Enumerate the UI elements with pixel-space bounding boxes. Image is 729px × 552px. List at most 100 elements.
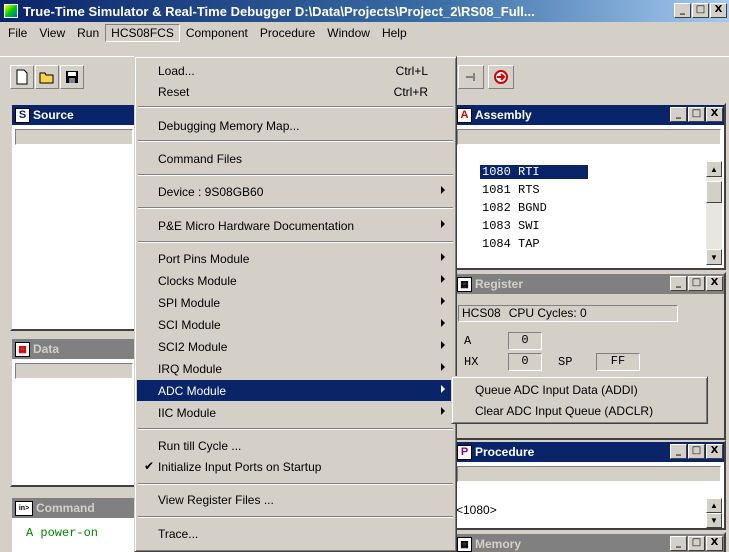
- scroll-up-button[interactable]: ▲: [706, 498, 722, 513]
- halt-button[interactable]: [458, 65, 484, 89]
- reg-sp-value[interactable]: FF: [596, 353, 640, 371]
- checkmark-icon: ✔: [144, 459, 155, 473]
- assembly-scrollbar[interactable]: ▲ ▼: [706, 161, 722, 265]
- init-ports-label: Initialize Input Ports on Startup: [158, 459, 322, 474]
- menu-item-trace[interactable]: Trace...: [137, 523, 454, 544]
- menu-help[interactable]: Help: [376, 24, 413, 42]
- menu-separator: [138, 428, 453, 430]
- assembly-line[interactable]: 1083 SWI: [482, 219, 540, 233]
- menu-separator: [138, 140, 453, 142]
- menu-hcs08fcs[interactable]: HCS08FCS: [105, 24, 180, 42]
- new-file-button[interactable]: [10, 65, 34, 89]
- menu-run[interactable]: Run: [71, 24, 105, 42]
- procedure-field: [457, 466, 721, 482]
- load-shortcut: Ctrl+L: [395, 64, 428, 78]
- menu-item-reset[interactable]: Reset Ctrl+R: [137, 81, 454, 102]
- assembly-window[interactable]: A Assembly _ □ X 1080 RTI 1081 RTS 1082 …: [452, 103, 726, 270]
- cpu-name: HCS08: [462, 306, 501, 320]
- assembly-maximize-button[interactable]: □: [688, 107, 705, 122]
- procedure-entry[interactable]: <1080>: [456, 503, 497, 517]
- port-pins-label: Port Pins Module: [158, 251, 250, 266]
- menu-item-irq[interactable]: IRQ Module: [137, 358, 454, 379]
- menu-item-adc[interactable]: ADC Module: [137, 380, 454, 401]
- irq-label: IRQ Module: [158, 361, 223, 376]
- command-window[interactable]: in> Command A power-on: [10, 496, 138, 552]
- submenu-arrow-icon: [441, 363, 445, 371]
- scroll-thumb[interactable]: [706, 181, 722, 203]
- menu-item-device[interactable]: Device : 9S08GB60: [137, 181, 454, 202]
- register-title-bar[interactable]: ▦ Register _ □ X: [454, 274, 724, 294]
- assembly-line[interactable]: 1082 BGND: [482, 201, 547, 215]
- menu-view[interactable]: View: [33, 24, 71, 42]
- procedure-window[interactable]: P Procedure _ □ X <1080> ▲ ▼: [452, 440, 726, 530]
- assembly-line[interactable]: 1084 TAP: [482, 237, 540, 251]
- menu-item-sci2[interactable]: SCI2 Module: [137, 336, 454, 357]
- procedure-close-button[interactable]: X: [706, 444, 723, 459]
- menu-item-view-register-files[interactable]: View Register Files ...: [137, 489, 454, 510]
- menu-component[interactable]: Component: [180, 24, 254, 42]
- save-button[interactable]: [60, 65, 84, 89]
- procedure-maximize-button[interactable]: □: [688, 444, 705, 459]
- menu-item-run-till-cycle[interactable]: Run till Cycle ...: [137, 435, 454, 456]
- reg-hx-value[interactable]: 0: [508, 353, 542, 371]
- procedure-scrollbar[interactable]: ▲ ▼: [706, 498, 722, 528]
- memory-window[interactable]: ▦ Memory _ □ X: [452, 532, 726, 552]
- memory-title-bar[interactable]: ▦ Memory _ □ X: [454, 534, 724, 552]
- source-title-bar[interactable]: S Source: [12, 105, 136, 125]
- scroll-down-button[interactable]: ▼: [706, 249, 722, 265]
- reg-a-value[interactable]: 0: [508, 332, 542, 350]
- memory-close-button[interactable]: X: [706, 536, 723, 551]
- assembly-line[interactable]: 1081 RTS: [482, 183, 540, 197]
- menu-item-queue-adc-input[interactable]: Queue ADC Input Data (ADDI): [454, 379, 705, 400]
- scroll-down-button[interactable]: ▼: [706, 513, 722, 528]
- save-icon: [66, 71, 78, 83]
- open-button[interactable]: [35, 65, 59, 89]
- assembly-address-field[interactable]: [457, 129, 721, 145]
- procedure-minimize-button[interactable]: _: [670, 444, 687, 459]
- app-icon: [4, 4, 18, 18]
- minimize-button[interactable]: _: [674, 3, 691, 18]
- scroll-up-button[interactable]: ▲: [706, 161, 722, 177]
- reset-shortcut: Ctrl+R: [393, 85, 428, 99]
- assembly-close-button[interactable]: X: [706, 107, 723, 122]
- command-icon: in>: [15, 500, 33, 516]
- data-window[interactable]: ▦ Data: [10, 337, 138, 487]
- menu-item-sci[interactable]: SCI Module: [137, 314, 454, 335]
- data-title-bar[interactable]: ▦ Data: [12, 339, 136, 359]
- maximize-button[interactable]: □: [692, 3, 709, 18]
- menu-item-clocks[interactable]: Clocks Module: [137, 270, 454, 291]
- reg-a-label: A: [464, 334, 472, 348]
- memory-maximize-button[interactable]: □: [688, 536, 705, 551]
- register-minimize-button[interactable]: _: [670, 276, 687, 291]
- memory-minimize-button[interactable]: _: [670, 536, 687, 551]
- assembly-minimize-button[interactable]: _: [670, 107, 687, 122]
- menu-window[interactable]: Window: [321, 24, 376, 42]
- menu-item-clear-adc-queue[interactable]: Clear ADC Input Queue (ADCLR): [454, 400, 705, 421]
- register-close-button[interactable]: X: [706, 276, 723, 291]
- assembly-line-selected[interactable]: 1080 RTI: [480, 165, 588, 179]
- menu-file[interactable]: File: [2, 24, 33, 42]
- close-button[interactable]: X: [710, 3, 727, 18]
- source-window[interactable]: S Source: [10, 103, 138, 331]
- procedure-title-bar[interactable]: P Procedure _ □ X: [454, 442, 724, 462]
- data-field: [15, 363, 133, 379]
- menu-item-port-pins[interactable]: Port Pins Module: [137, 248, 454, 269]
- sci2-label: SCI2 Module: [158, 339, 228, 354]
- reset-target-button[interactable]: [488, 65, 514, 89]
- menu-item-memory-map[interactable]: Debugging Memory Map...: [137, 115, 454, 136]
- source-title: Source: [33, 108, 74, 122]
- clocks-label: Clocks Module: [158, 273, 237, 288]
- menu-bar: File View Run HCS08FCS Component Procedu…: [0, 22, 729, 44]
- command-title-bar[interactable]: in> Command: [12, 498, 136, 518]
- menu-item-pe-docs[interactable]: P&E Micro Hardware Documentation: [137, 215, 454, 236]
- menu-item-init-input-ports[interactable]: ✔ Initialize Input Ports on Startup: [137, 456, 454, 477]
- menu-item-load[interactable]: Load... Ctrl+L: [137, 60, 454, 81]
- menu-item-spi[interactable]: SPI Module: [137, 292, 454, 313]
- halt-icon: [466, 73, 475, 81]
- menu-item-command-files[interactable]: Command Files: [137, 148, 454, 169]
- memory-title: Memory: [475, 537, 522, 551]
- menu-procedure[interactable]: Procedure: [254, 24, 321, 42]
- assembly-title-bar[interactable]: A Assembly _ □ X: [454, 105, 724, 125]
- register-maximize-button[interactable]: □: [688, 276, 705, 291]
- menu-item-iic[interactable]: IIC Module: [137, 402, 454, 423]
